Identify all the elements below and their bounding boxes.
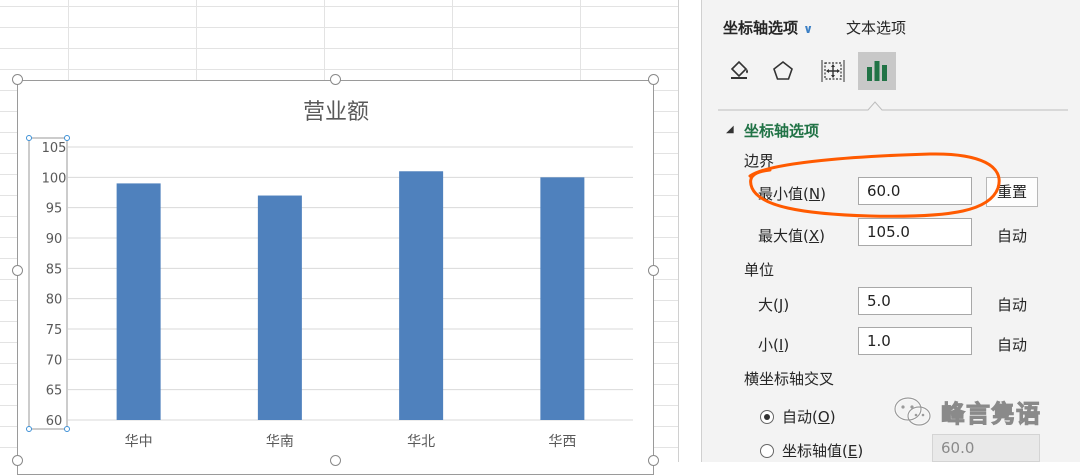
major-unit-input[interactable] — [858, 287, 972, 315]
minor-auto-label: 自动 — [997, 336, 1028, 354]
y-tick-label: 80 — [46, 293, 63, 308]
max-auto-label: 自动 — [997, 227, 1028, 245]
cross-auto-accelerator-key: O — [817, 408, 830, 426]
chevron-down-icon: ∨ — [803, 22, 813, 36]
fill-line-button[interactable] — [720, 52, 758, 90]
x-category-label: 华西 — [548, 434, 576, 450]
chart-resize-handle[interactable] — [648, 455, 659, 466]
chart-resize-handle[interactable] — [330, 455, 341, 466]
major-auto-label: 自动 — [997, 296, 1028, 314]
chart-resize-handle[interactable] — [648, 265, 659, 276]
major-label-text: 大 — [758, 296, 774, 314]
horizontal-axis-crosses-label: 横坐标轴交叉 — [744, 370, 835, 388]
y-tick-label: 90 — [46, 232, 63, 247]
bar-3[interactable] — [540, 177, 585, 420]
cross-value-input[interactable] — [932, 434, 1040, 462]
axis-handle[interactable] — [64, 426, 70, 432]
minor-label-text: 小 — [758, 336, 774, 354]
x-category-label: 华北 — [407, 434, 435, 450]
cross-value-accelerator-key: E — [847, 442, 858, 460]
y-tick-label: 105 — [42, 141, 67, 156]
y-tick-label: 70 — [46, 353, 63, 368]
chart-resize-handle[interactable] — [12, 74, 23, 85]
major-unit-label: 大(J) — [758, 296, 790, 314]
y-tick-label: 85 — [46, 262, 63, 277]
collapse-triangle-icon[interactable]: ◢ — [726, 124, 734, 135]
y-tick-label: 60 — [46, 414, 63, 429]
tab-axis-options[interactable]: 坐标轴选项 ∨ — [723, 17, 813, 38]
bar-1[interactable] — [257, 195, 302, 420]
x-category-label: 华中 — [125, 434, 153, 450]
chart-resize-handle[interactable] — [12, 265, 23, 276]
y-tick-label: 95 — [46, 202, 63, 217]
size-move-icon — [821, 60, 845, 82]
effects-button[interactable] — [764, 52, 802, 90]
fill-bucket-icon — [730, 60, 748, 79]
chart-resize-handle[interactable] — [12, 455, 23, 466]
chart-area[interactable]: 营业额 105 100 95 90 85 80 75 70 65 60 华中 华南 华北 华西 — [17, 80, 654, 475]
bar-2[interactable] — [399, 171, 444, 420]
axis-handle[interactable] — [64, 135, 70, 141]
wechat-icon — [893, 396, 932, 426]
major-accelerator-key: J — [778, 296, 784, 314]
y-tick-label: 75 — [46, 323, 63, 338]
bar-chart-icon — [867, 61, 887, 81]
spreadsheet-grid[interactable]: 营业额 105 100 95 90 85 80 75 70 65 60 华中 华南 华北 华西 — [0, 0, 678, 475]
cross-auto-label-text: 自动 — [782, 408, 813, 426]
pane-separator — [718, 101, 1068, 111]
size-properties-button[interactable] — [814, 52, 852, 90]
bar-chart[interactable]: 营业额 105 100 95 90 85 80 75 70 65 60 华中 华南 华北 华西 — [18, 81, 655, 463]
cross-value-label-text: 坐标轴值 — [782, 442, 843, 460]
axis-options-button[interactable] — [858, 52, 896, 90]
y-tick-label: 100 — [42, 171, 67, 186]
tab-axis-options-label: 坐标轴选项 — [723, 19, 799, 37]
tab-text-options[interactable]: 文本选项 — [846, 17, 906, 38]
minor-unit-label: 小(I) — [758, 336, 790, 354]
watermark-text: 峰言隽语 — [941, 400, 1041, 429]
minor-unit-input[interactable] — [858, 327, 972, 355]
pentagon-icon — [773, 60, 793, 80]
section-axis-options[interactable]: 坐标轴选项 — [744, 120, 819, 141]
units-label: 单位 — [744, 261, 775, 279]
axis-handle[interactable] — [26, 426, 32, 432]
cross-auto-label[interactable]: 自动(O) — [782, 406, 836, 427]
axis-handle[interactable] — [26, 135, 32, 141]
cross-auto-radio[interactable] — [760, 410, 774, 424]
format-axis-pane: 坐标轴选项 ∨ 文本选项 ◢ 坐标轴选项 边界 最小值(N) 60.0 重置 最… — [702, 0, 1080, 462]
watermark: 峰言隽语 — [893, 394, 1041, 429]
bar-0[interactable] — [116, 183, 161, 420]
cross-value-label[interactable]: 坐标轴值(E) — [782, 440, 863, 461]
max-label: 最大值(X) — [758, 227, 826, 245]
chart-resize-handle[interactable] — [648, 74, 659, 85]
pane-splitter[interactable] — [678, 0, 702, 462]
minor-accelerator-key: I — [778, 336, 784, 354]
chart-title[interactable]: 营业额 — [303, 100, 369, 125]
max-accelerator-key: X — [808, 227, 820, 245]
y-tick-label: 65 — [46, 384, 63, 399]
chart-resize-handle[interactable] — [330, 74, 341, 85]
x-category-label: 华南 — [266, 434, 294, 450]
max-label-text: 最大值 — [758, 227, 804, 245]
annotation-ellipse — [748, 152, 1001, 218]
cross-value-radio[interactable] — [760, 444, 774, 458]
